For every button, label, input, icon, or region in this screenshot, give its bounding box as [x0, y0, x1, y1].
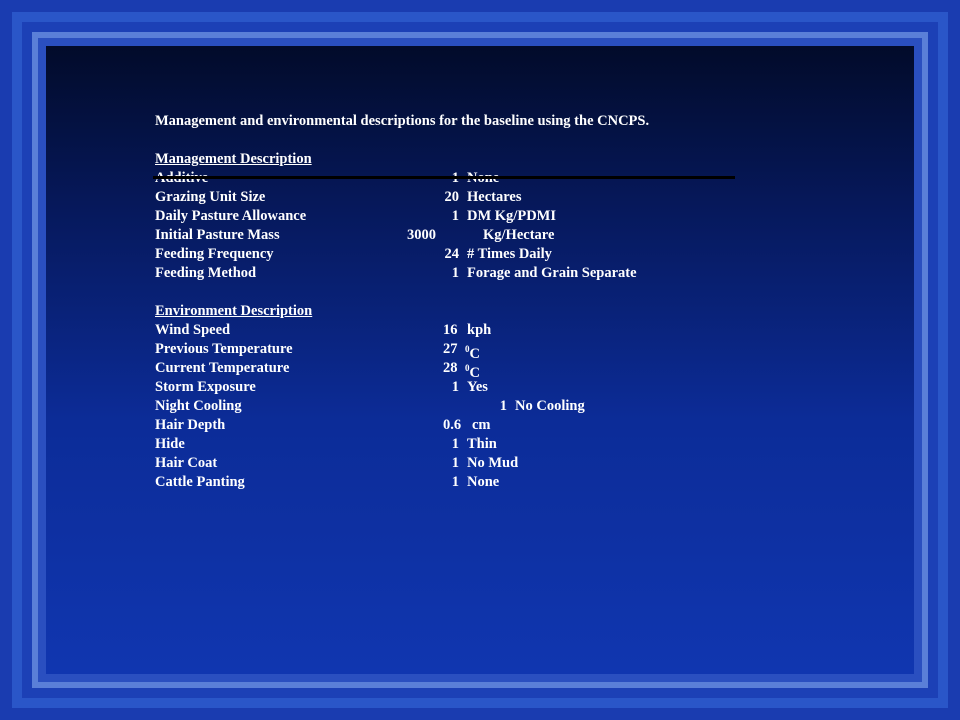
- row-value: 1: [451, 265, 459, 281]
- row-unit: cm: [472, 417, 491, 433]
- row-value: 20: [444, 189, 460, 205]
- row-label: Hair Depth: [155, 417, 226, 433]
- row-unit: No Mud: [467, 455, 519, 471]
- slide-panel: Management and environmental description…: [46, 46, 914, 674]
- row-unit: Forage and Grain Separate: [467, 265, 637, 281]
- environment-heading-row: Environment Description: [155, 302, 775, 321]
- row-label: Hide: [155, 436, 185, 452]
- environment-row: Hair Coat 1 No Mud: [155, 454, 775, 473]
- environment-row: Wind Speed 16 kph: [155, 321, 775, 340]
- environment-row: Hide 1 Thin: [155, 435, 775, 454]
- row-unit: Yes: [467, 379, 488, 395]
- row-value: 1: [451, 208, 459, 224]
- management-heading-row: Management Description: [155, 150, 775, 169]
- row-label: Feeding Method: [155, 265, 257, 281]
- row-value: 0.6: [443, 417, 462, 433]
- row-label: Cattle Panting: [155, 474, 245, 490]
- row-unit: Thin: [467, 436, 497, 452]
- row-unit: kph: [467, 322, 492, 338]
- row-unit: No Cooling: [515, 398, 585, 414]
- environment-row: Storm Exposure 1 Yes: [155, 378, 775, 397]
- row-value: 1: [451, 474, 459, 490]
- row-label: Wind Speed: [155, 322, 231, 338]
- management-row: Daily Pasture Allowance 1 DM Kg/PDMI: [155, 207, 775, 226]
- environment-row: Cattle Panting 1 None: [155, 473, 775, 492]
- row-unit: DM Kg/PDMI: [467, 208, 556, 224]
- row-label: Previous Temperature: [155, 341, 293, 357]
- environment-row: Night Cooling 1 No Cooling: [155, 397, 775, 416]
- row-unit: # Times Daily: [467, 246, 552, 262]
- environment-row: Current Temperature 28 0C: [155, 359, 775, 381]
- row-value: 24: [444, 246, 460, 262]
- row-label: Storm Exposure: [155, 379, 256, 395]
- management-row: Initial Pasture Mass 3000 Kg/Hectare: [155, 226, 775, 245]
- management-heading: Management Description: [155, 151, 312, 167]
- row-value: 1: [451, 455, 459, 471]
- row-unit: Kg/Hectare: [483, 227, 555, 243]
- row-value: 1: [451, 436, 459, 452]
- slide-title: Management and environmental description…: [155, 113, 650, 129]
- row-value: 1: [499, 398, 507, 414]
- row-label: Initial Pasture Mass: [155, 227, 280, 243]
- title-underline-rule: [153, 176, 735, 179]
- management-row: Feeding Method 1 Forage and Grain Separa…: [155, 264, 775, 283]
- row-value: 3000: [407, 227, 436, 243]
- row-value: 1: [451, 379, 459, 395]
- row-label: Daily Pasture Allowance: [155, 208, 307, 224]
- row-label: Feeding Frequency: [155, 246, 274, 262]
- row-unit: Hectares: [467, 189, 522, 205]
- slide-content: Management and environmental description…: [155, 112, 775, 492]
- row-value: 28: [443, 360, 458, 376]
- environment-heading: Environment Description: [155, 303, 313, 319]
- management-row: Grazing Unit Size 20 Hectares: [155, 188, 775, 207]
- management-row: Feeding Frequency 24 # Times Daily: [155, 245, 775, 264]
- row-label: Current Temperature: [155, 360, 290, 376]
- environment-row: Hair Depth 0.6 cm: [155, 416, 775, 435]
- row-label: Hair Coat: [155, 455, 218, 471]
- row-label: Night Cooling: [155, 398, 242, 414]
- row-unit: None: [467, 474, 500, 490]
- row-label: Grazing Unit Size: [155, 189, 266, 205]
- row-value: 27: [443, 341, 458, 357]
- environment-row: Previous Temperature 27 0C: [155, 340, 775, 362]
